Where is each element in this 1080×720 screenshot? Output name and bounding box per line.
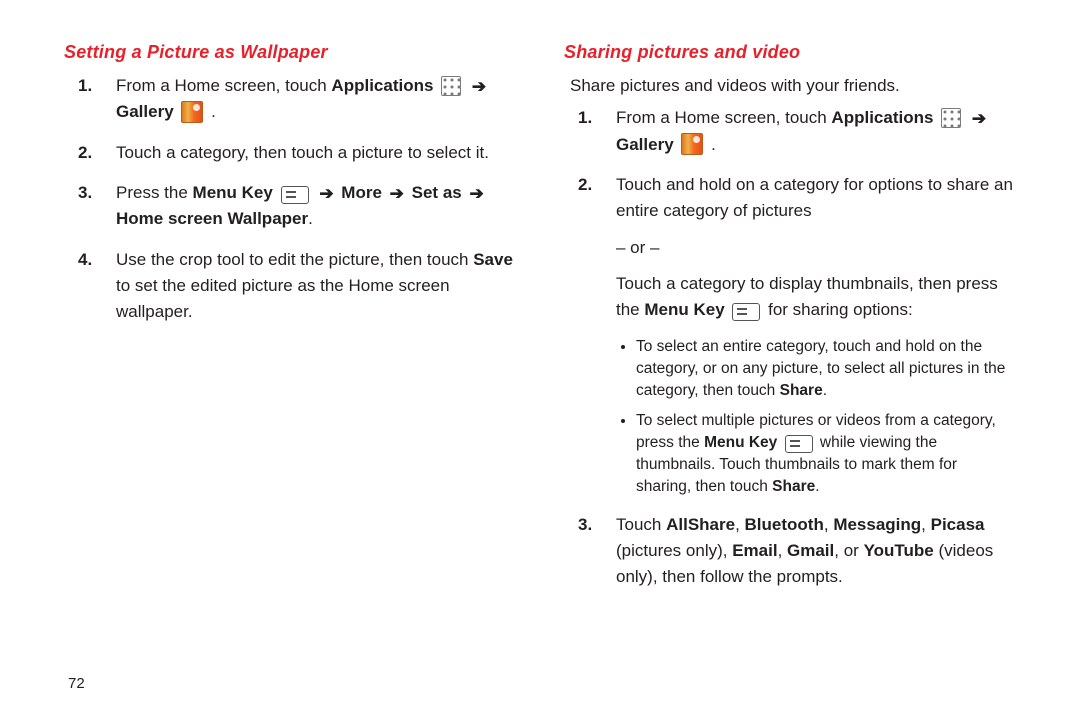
bold-bluetooth: Bluetooth [745,515,824,534]
text: . [308,209,313,228]
bold-gmail: Gmail [787,541,834,560]
step-1: From a Home screen, touch Applications ➔… [564,105,1016,158]
step-3: Touch AllShare, Bluetooth, Messaging, Pi… [564,512,1016,591]
text: , [921,515,930,534]
section-title-sharing: Sharing pictures and video [564,42,1016,63]
menu-key-icon [281,186,309,204]
bold-menu-key: Menu Key [704,434,777,451]
arrow-icon: ➔ [469,181,483,207]
applications-icon [941,108,961,128]
arrow-icon: ➔ [319,181,333,207]
bold-share: Share [772,478,815,495]
sharing-steps: From a Home screen, touch Applications ➔… [564,105,1016,590]
bold-email: Email [732,541,777,560]
gallery-icon [681,133,703,155]
bullet-1: To select an entire category, touch and … [636,336,1016,402]
text: , [735,515,744,534]
arrow-icon: ➔ [390,181,404,207]
text: to set the edited picture as the Home sc… [116,276,450,321]
step-2: Touch a category, then touch a picture t… [64,140,516,166]
bold-allshare: AllShare [666,515,735,534]
text: . [815,478,819,495]
text: . [211,102,216,121]
sharing-intro: Share pictures and videos with your frie… [570,73,1016,99]
bold-youtube: YouTube [864,541,934,560]
bold-gallery: Gallery [116,102,174,121]
page-number: 72 [68,675,85,692]
text: From a Home screen, touch [616,108,831,127]
bold-set-as: Set as [412,183,462,202]
text: , [778,541,787,560]
text: Use the crop tool to edit the picture, t… [116,250,473,269]
bold-applications: Applications [831,108,933,127]
text: Touch and hold on a category for options… [616,175,1013,220]
gallery-icon [181,101,203,123]
left-column: Setting a Picture as Wallpaper From a Ho… [40,36,540,696]
step-1: From a Home screen, touch Applications ➔… [64,73,516,126]
bold-menu-key: Menu Key [644,300,724,319]
text: Touch a category, then touch a picture t… [116,143,489,162]
wallpaper-steps: From a Home screen, touch Applications ➔… [64,73,516,326]
step-4: Use the crop tool to edit the picture, t… [64,247,516,326]
bold-home-wallpaper: Home screen Wallpaper [116,209,308,228]
or-divider: – or – [616,235,1016,261]
bold-picasa: Picasa [931,515,985,534]
applications-icon [441,76,461,96]
section-title-wallpaper: Setting a Picture as Wallpaper [64,42,516,63]
sharing-bullets: To select an entire category, touch and … [636,336,1016,498]
arrow-icon: ➔ [472,74,486,100]
text: Touch [616,515,666,534]
text: . [711,135,716,154]
text: for sharing options: [768,300,913,319]
bold-gallery: Gallery [616,135,674,154]
menu-key-icon [785,435,813,453]
bullet-2: To select multiple pictures or videos fr… [636,410,1016,498]
text: (pictures only), [616,541,732,560]
menu-key-icon [732,303,760,321]
bold-menu-key: Menu Key [193,183,273,202]
bold-share: Share [780,382,823,399]
manual-page: Setting a Picture as Wallpaper From a Ho… [0,0,1080,720]
step-3: Press the Menu Key ➔ More ➔ Set as ➔ Hom… [64,180,516,233]
bold-more: More [341,183,382,202]
bold-messaging: Messaging [833,515,921,534]
text: . [823,382,827,399]
arrow-icon: ➔ [972,106,986,132]
bold-save: Save [473,250,513,269]
text: Press the [116,183,193,202]
bold-applications: Applications [331,76,433,95]
text: From a Home screen, touch [116,76,331,95]
right-column: Sharing pictures and video Share picture… [540,36,1040,696]
step-2: Touch and hold on a category for options… [564,172,1016,498]
text: To select multiple pictures or videos fr… [636,412,996,451]
text: , or [834,541,863,560]
text: , [824,515,833,534]
